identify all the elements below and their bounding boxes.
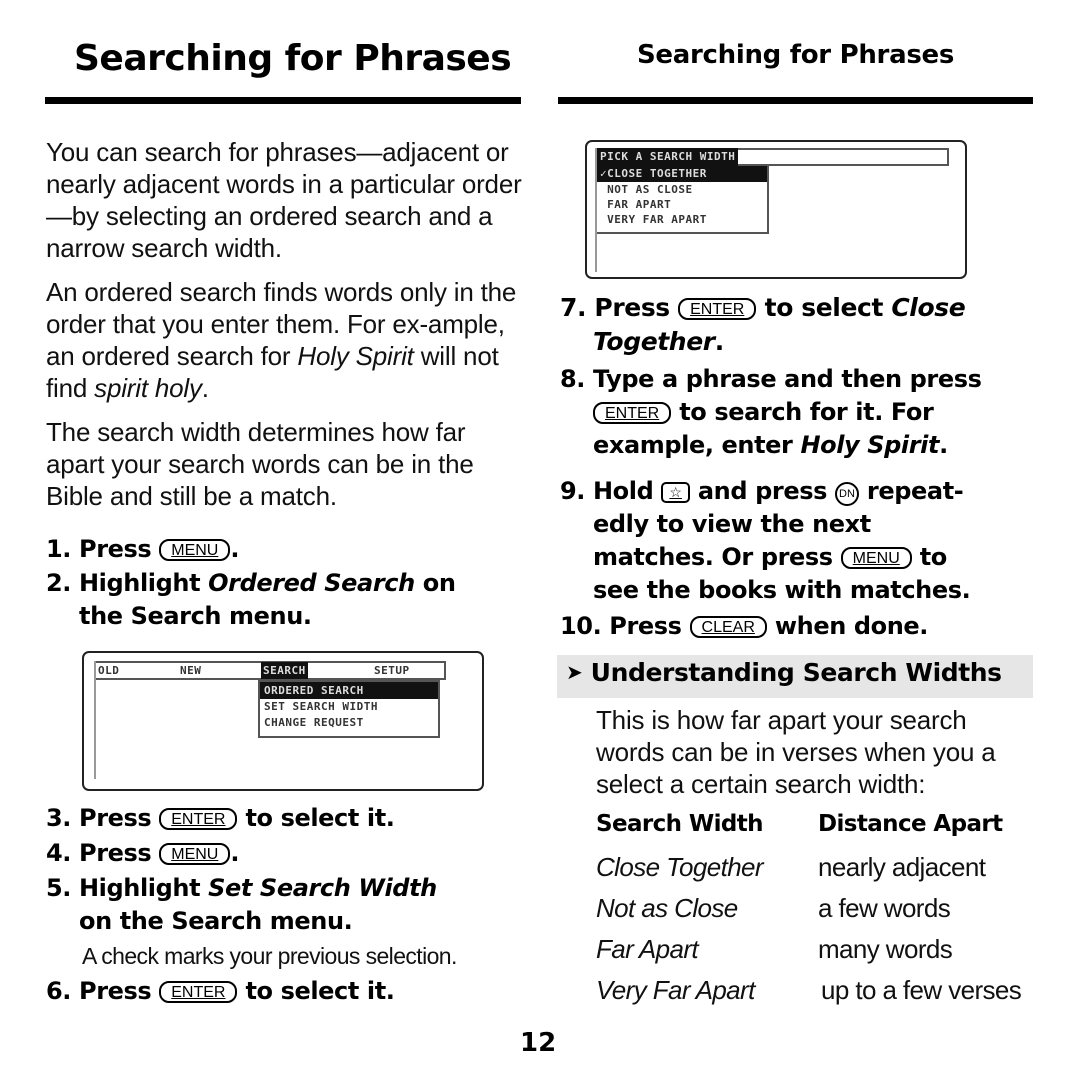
step-6: 6. Press ENTER to select it.: [46, 977, 395, 1005]
ordered-search-paragraph: An ordered search finds words only in th…: [46, 277, 517, 403]
lcd-item-set-search-width[interactable]: SET SEARCH WIDTH: [260, 699, 438, 715]
step-8: 8. Type a phrase and then press ENTER to…: [560, 365, 982, 459]
title-rule-right: [558, 97, 1033, 104]
page-title-left: Searching for Phrases: [74, 38, 512, 79]
star-key-icon[interactable]: ☆: [661, 482, 690, 503]
lcd-screen-search-menu: OLD NEW SEARCH SETUP ORDERED SEARCH SET …: [82, 651, 484, 791]
step-9: 9. Hold ☆ and press DN repeat- edly to v…: [560, 477, 971, 604]
enter-key[interactable]: ENTER: [593, 402, 672, 424]
page-title-right: Searching for Phrases: [637, 40, 954, 70]
lcd-display: PICK A SEARCH WIDTH ✓CLOSE TOGETHER NOT …: [595, 148, 949, 272]
step-10: 10. Press CLEAR when done.: [560, 612, 929, 640]
title-rule-left: [45, 97, 521, 104]
lcd-menu-setup[interactable]: SETUP: [374, 664, 410, 677]
step-1: 1. Press MENU.: [46, 535, 240, 563]
step-4: 4. Press MENU.: [46, 839, 240, 867]
lcd-width-list: ✓CLOSE TOGETHER NOT AS CLOSE FAR APART V…: [597, 166, 769, 234]
section-intro: This is how far apart your search words …: [596, 705, 996, 799]
menu-key[interactable]: MENU: [159, 843, 231, 865]
lcd-item-not-as-close[interactable]: NOT AS CLOSE: [597, 182, 767, 197]
enter-key[interactable]: ENTER: [159, 981, 238, 1003]
lcd-dropdown: ORDERED SEARCH SET SEARCH WIDTH CHANGE R…: [258, 680, 440, 738]
check-note: A check marks your previous selection.: [82, 943, 457, 969]
page-number: 12: [520, 1028, 557, 1058]
arrow-right-icon: ➤: [566, 660, 583, 684]
down-key-icon[interactable]: DN: [834, 482, 859, 506]
lcd-prompt: PICK A SEARCH WIDTH: [597, 148, 739, 166]
step-3: 3. Press ENTER to select it.: [46, 804, 395, 832]
section-title: ➤ Understanding Search Widths: [566, 658, 1002, 687]
lcd-item-close-together[interactable]: ✓CLOSE TOGETHER: [597, 166, 767, 182]
step-7: 7. Press ENTER to select Close Together.: [560, 293, 966, 356]
lcd-item-very-far-apart[interactable]: VERY FAR APART: [597, 212, 767, 227]
lcd-item-far-apart[interactable]: FAR APART: [597, 197, 767, 212]
table-header-search-width: Search Width: [596, 811, 764, 837]
intro-paragraph: You can search for phrases—adjacent or n…: [46, 137, 522, 263]
enter-key[interactable]: ENTER: [159, 808, 238, 830]
lcd-item-ordered-search[interactable]: ORDERED SEARCH: [260, 682, 438, 699]
step-2: 2. Highlight Ordered Search on the Searc…: [46, 569, 456, 630]
lcd-item-change-request[interactable]: CHANGE REQUEST: [260, 715, 438, 731]
lcd-menu-search[interactable]: SEARCH: [261, 662, 308, 679]
lcd-screen-search-width: PICK A SEARCH WIDTH ✓CLOSE TOGETHER NOT …: [585, 140, 967, 279]
lcd-menu-old[interactable]: OLD: [98, 664, 119, 677]
menu-key[interactable]: MENU: [840, 547, 912, 569]
lcd-menu-new[interactable]: NEW: [180, 664, 201, 677]
search-width-paragraph: The search width determines how far apar…: [46, 417, 474, 511]
clear-key[interactable]: CLEAR: [689, 616, 767, 638]
menu-key[interactable]: MENU: [159, 539, 231, 561]
enter-key[interactable]: ENTER: [678, 298, 757, 320]
lcd-display: OLD NEW SEARCH SETUP ORDERED SEARCH SET …: [94, 661, 446, 779]
step-5: 5. Highlight Set Search Width on the Sea…: [46, 874, 437, 935]
table-header-distance-apart: Distance Apart: [818, 811, 1003, 837]
